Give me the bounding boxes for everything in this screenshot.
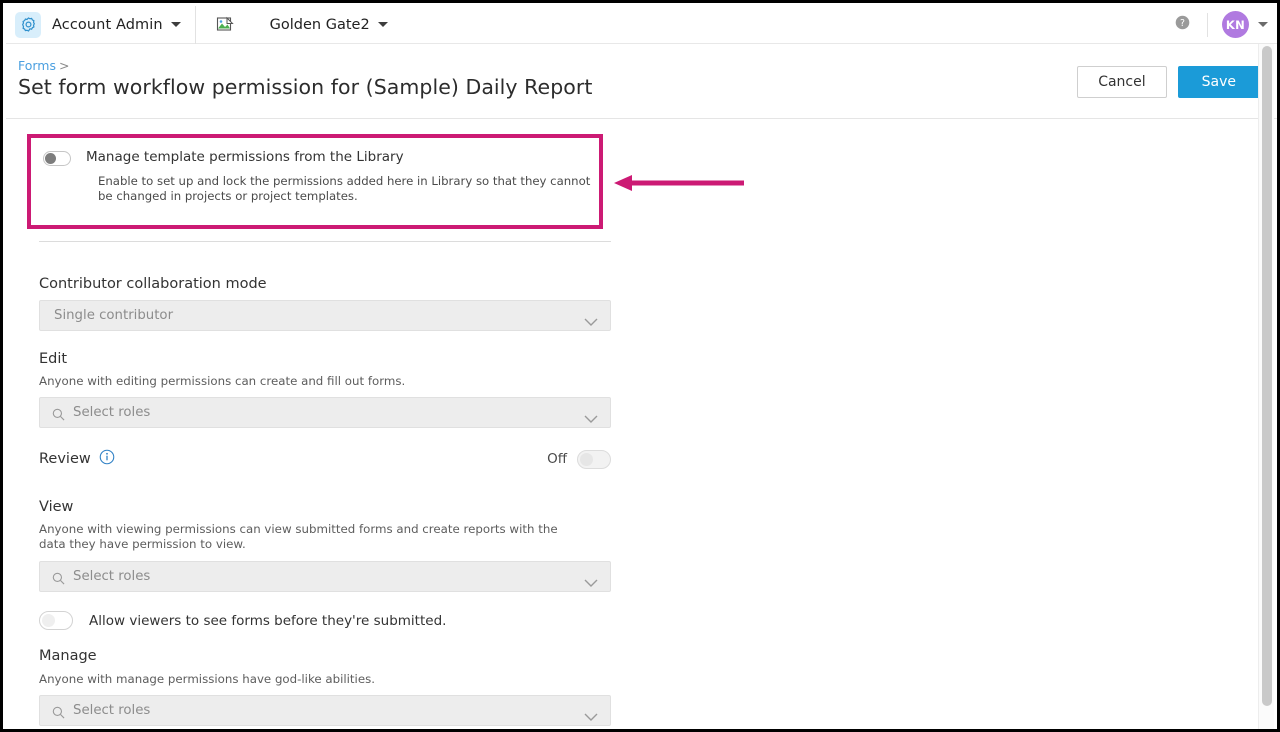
manage-section-description: Anyone with manage permissions have god-… — [39, 672, 375, 686]
info-circle-icon[interactable] — [99, 449, 115, 469]
toggle-knob — [45, 153, 56, 164]
save-button[interactable]: Save — [1177, 66, 1260, 98]
chevron-down-icon — [584, 312, 598, 331]
manage-template-permissions-toggle[interactable] — [43, 151, 71, 166]
section-divider — [39, 241, 611, 242]
search-icon — [52, 704, 65, 723]
broken-image-icon — [216, 16, 234, 34]
project-switcher[interactable]: Golden Gate2 — [216, 16, 388, 34]
chevron-down-icon — [584, 707, 598, 726]
chevron-down-icon — [170, 22, 181, 27]
review-section-row: Review Off — [39, 449, 611, 469]
annotation-arrow — [614, 173, 746, 197]
view-roles-placeholder: Select roles — [73, 569, 151, 584]
global-top-bar: Account Admin Golden Gate2 ? KN — [6, 5, 1277, 44]
edit-section-label: Edit — [39, 351, 68, 367]
manage-roles-placeholder: Select roles — [73, 703, 151, 718]
page-header-actions: Cancel Save — [1077, 66, 1260, 98]
breadcrumb-link-forms[interactable]: Forms — [18, 58, 56, 73]
edit-roles-placeholder: Select roles — [73, 405, 151, 420]
breadcrumb-separator: > — [59, 58, 70, 73]
collaboration-mode-value: Single contributor — [54, 308, 174, 323]
chevron-down-icon — [584, 573, 598, 592]
help-circle-icon[interactable]: ? — [1174, 14, 1191, 35]
top-bar-right-group: ? KN — [1174, 6, 1277, 44]
manage-roles-select[interactable]: Select roles — [39, 695, 611, 726]
project-name-label: Golden Gate2 — [269, 16, 370, 33]
chevron-down-icon — [377, 22, 388, 27]
allow-viewers-row: Allow viewers to see forms before they'r… — [39, 611, 446, 630]
gear-icon — [15, 11, 41, 38]
edit-section-description: Anyone with editing permissions can crea… — [39, 374, 406, 388]
manage-section-label: Manage — [39, 648, 97, 664]
toggle-knob — [580, 452, 593, 466]
review-toggle[interactable] — [577, 449, 611, 469]
cancel-button[interactable]: Cancel — [1077, 66, 1167, 98]
page-title: Set form workflow permission for (Sample… — [18, 75, 593, 99]
breadcrumb: Forms > — [18, 58, 70, 73]
allow-viewers-label: Allow viewers to see forms before they'r… — [89, 612, 447, 629]
view-section-description: Anyone with viewing permissions can view… — [39, 522, 558, 551]
search-icon — [52, 406, 65, 425]
allow-viewers-toggle[interactable] — [39, 611, 73, 630]
account-admin-label: Account Admin — [52, 16, 163, 33]
library-permission-highlight-box: Manage template permissions from the Lib… — [27, 134, 603, 229]
page-scrollbar[interactable] — [1258, 44, 1274, 729]
view-roles-select[interactable]: Select roles — [39, 561, 611, 592]
page-header: Forms > Set form workflow permission for … — [6, 44, 1277, 119]
chevron-down-icon — [584, 409, 598, 428]
manage-template-permissions-description: Enable to set up and lock the permission… — [98, 174, 591, 203]
chevron-down-icon[interactable] — [1258, 22, 1268, 27]
scrollbar-thumb[interactable] — [1262, 46, 1272, 706]
account-admin-switcher[interactable]: Account Admin — [6, 5, 196, 44]
view-section-label: View — [39, 499, 74, 515]
collaboration-mode-label: Contributor collaboration mode — [39, 276, 267, 292]
top-bar-divider — [1207, 12, 1208, 37]
collaboration-mode-select[interactable]: Single contributor — [39, 300, 611, 331]
manage-template-permissions-row: Manage template permissions from the Lib… — [43, 149, 587, 166]
manage-template-permissions-label: Manage template permissions from the Lib… — [86, 149, 404, 165]
form-permission-content: Manage template permissions from the Lib… — [6, 119, 1258, 729]
edit-roles-select[interactable]: Select roles — [39, 397, 611, 428]
search-icon — [52, 570, 65, 589]
svg-text:?: ? — [1180, 18, 1185, 29]
toggle-knob — [42, 614, 55, 627]
avatar[interactable]: KN — [1222, 11, 1249, 38]
app-window: Account Admin Golden Gate2 ? KN Forms > … — [0, 0, 1280, 732]
review-state-text: Off — [547, 451, 567, 467]
review-section-label: Review — [39, 451, 91, 467]
